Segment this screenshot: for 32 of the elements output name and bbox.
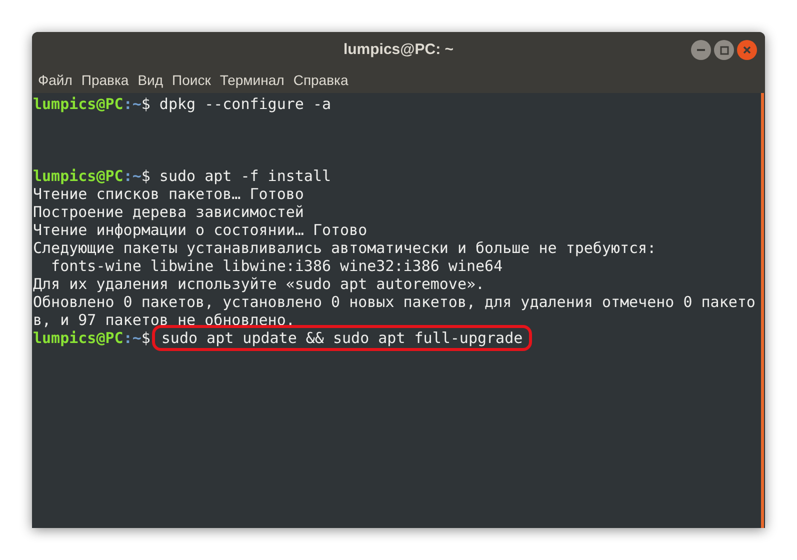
minimize-icon: [697, 49, 705, 51]
output-line: Следующие пакеты устанавливались автоматически и больше не требуются:: [33, 239, 658, 257]
output-line: Для их удаления используйте «sudo apt autoremove».: [33, 275, 486, 293]
prompt-user: lumpics@PC: [33, 166, 124, 187]
prompt-symbol: $: [141, 166, 150, 187]
menu-item[interactable]: Правка: [81, 70, 129, 91]
window-title: lumpics@PC: ~: [343, 40, 454, 60]
highlighted-command: sudo apt update && sudo apt full-upgrade: [152, 325, 532, 351]
prompt-user: lumpics@PC: [33, 94, 124, 115]
prompt-symbol: $: [141, 328, 150, 349]
maximize-icon: [720, 46, 728, 54]
output-line: Чтение списков пакетов… Готово: [33, 185, 305, 203]
prompt-user: lumpics@PC: [33, 328, 124, 349]
menu-item[interactable]: Вид: [138, 70, 164, 91]
prompt-path: :~: [123, 328, 142, 349]
output-line: Построение дерева зависимостей: [33, 203, 305, 221]
menu-item[interactable]: Справка: [293, 70, 348, 91]
menu-item[interactable]: Поиск: [172, 70, 211, 91]
menu-item[interactable]: Терминал: [220, 70, 284, 91]
output-line: Обновлено 0 пакетов, установлено 0 новых пакетов, для удаления отмечено 0 пакето: [33, 293, 756, 311]
prompt-symbol: $: [141, 94, 150, 115]
close-icon: [743, 46, 751, 54]
output-line: Чтение информации о состоянии… Готово: [33, 221, 368, 239]
menu-item[interactable]: Файл: [38, 70, 72, 91]
close-button[interactable]: [737, 40, 757, 60]
prompt-path: :~: [123, 94, 142, 115]
output-line: fonts-wine libwine libwine:i386 wine32:i386 wine64: [50, 257, 504, 275]
maximize-button[interactable]: [714, 40, 734, 60]
minimize-button[interactable]: [691, 40, 711, 60]
prompt-path: :~: [123, 166, 142, 187]
command-text: dpkg --configure -a: [158, 94, 332, 115]
command-text: sudo apt -f install: [158, 166, 332, 187]
